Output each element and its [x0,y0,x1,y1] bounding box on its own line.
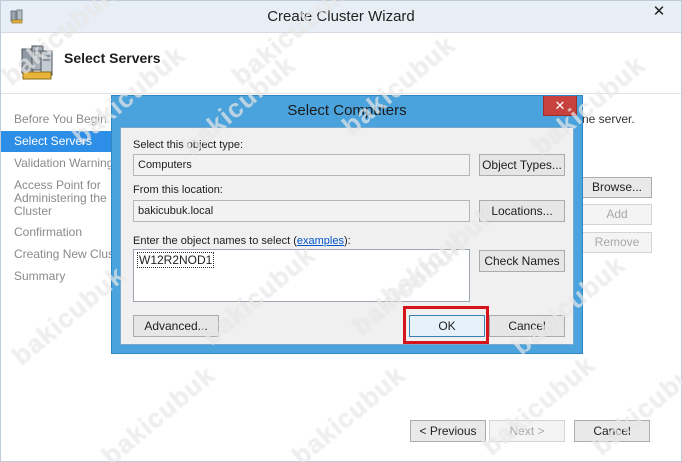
instruction-text: ne server. [582,112,635,126]
object-names-label-end: ): [343,235,351,247]
wizard-titlebar: Create Cluster Wizard ✕ [1,1,681,33]
nav-item-confirmation[interactable]: Confirmation [1,226,117,239]
select-computers-dialog: Select Computers ✕ Select this object ty… [111,95,583,354]
nav-item-validation-warning[interactable]: Validation Warning [1,157,117,170]
nav-item-select-servers[interactable]: Select Servers [1,131,117,152]
remove-button[interactable]: Remove [582,232,652,253]
object-names-input[interactable]: W12R2NOD1 [133,249,470,302]
nav-item-before-you-begin[interactable]: Before You Begin [1,113,117,126]
select-servers-icon [21,45,53,80]
nav-item-creating-new-cluster[interactable]: Creating New Cluster [1,248,117,261]
dialog-close-button[interactable]: ✕ [543,96,577,116]
check-names-button[interactable]: Check Names [479,250,565,272]
wizard-close-button[interactable]: ✕ [641,1,677,23]
add-button[interactable]: Add [582,204,652,225]
object-names-label: Enter the object names to select (exampl… [133,235,351,247]
dialog-cancel-button[interactable]: Cancel [489,315,565,337]
page-title: Select Servers [64,50,161,66]
wizard-header: Select Servers [1,33,681,93]
locations-button[interactable]: Locations... [479,200,565,222]
nav-item-access-point[interactable]: Access Point for Administering the Clust… [1,179,111,218]
object-types-button[interactable]: Object Types... [479,154,565,176]
object-names-value: W12R2NOD1 [137,252,215,268]
object-type-label: Select this object type: [133,139,244,151]
browse-button[interactable]: Browse... [582,177,652,198]
examples-link[interactable]: examples [297,235,344,247]
previous-button[interactable]: < Previous [410,420,486,442]
dialog-title: Select Computers [287,102,407,119]
location-field: bakicubuk.local [133,200,470,222]
header-divider [1,93,681,94]
advanced-button[interactable]: Advanced... [133,315,219,337]
object-type-field: Computers [133,154,470,176]
wizard-cancel-button[interactable]: Cancel [574,420,650,442]
wizard-title: Create Cluster Wizard [267,8,415,25]
next-button[interactable]: Next > [489,420,565,442]
object-names-label-text: Enter the object names to select ( [133,235,297,247]
nav-item-summary[interactable]: Summary [1,270,117,283]
location-label: From this location: [133,184,223,196]
dialog-client-area: Select this object type: Computers Objec… [120,127,574,345]
ok-button-highlight [403,306,489,344]
